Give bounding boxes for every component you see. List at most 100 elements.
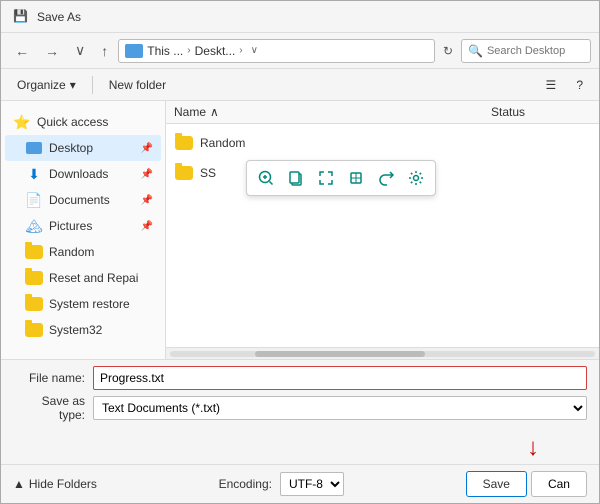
ctx-expand-button[interactable]: [313, 165, 339, 191]
sidebar-item-random[interactable]: Random: [5, 239, 161, 265]
column-name[interactable]: Name ∧: [174, 105, 491, 119]
toolbar-right: ☰ ?: [538, 75, 591, 95]
encoding-label: Encoding:: [219, 477, 272, 491]
bottom-form-area: File name: Save as type: Text Documents …: [1, 359, 599, 432]
column-header: Name ∧ Status: [166, 101, 599, 124]
sidebar-documents-label: Documents: [49, 193, 135, 207]
save-as-dialog: 💾 Save As ← → ∨ ↑ This ... › Deskt... › …: [0, 0, 600, 504]
organize-arrow-icon: ▾: [70, 78, 76, 92]
refresh-button[interactable]: ↻: [439, 40, 457, 62]
save-button[interactable]: Save: [466, 471, 527, 497]
search-input[interactable]: [487, 45, 584, 57]
filename-label: File name:: [13, 371, 93, 385]
column-name-label: Name: [174, 105, 206, 119]
sidebar-quick-access-label: Quick access: [37, 115, 153, 129]
filetype-select[interactable]: Text Documents (*.txt): [93, 396, 587, 420]
encoding-select[interactable]: UTF-8: [280, 472, 344, 496]
file-item-random[interactable]: Random: [166, 128, 599, 158]
context-toolbar: [246, 160, 436, 196]
filename-row: File name:: [13, 366, 587, 390]
view-icon: ☰: [546, 78, 557, 92]
sidebar-item-reset[interactable]: Reset and Repai: [5, 265, 161, 291]
toolbar: Organize ▾ New folder ☰ ?: [1, 69, 599, 101]
sidebar-downloads-label: Downloads: [49, 167, 135, 181]
forward-button[interactable]: →: [39, 39, 65, 63]
title-bar-text: Save As: [37, 10, 81, 24]
nav-down-button[interactable]: ∨: [69, 38, 91, 63]
ctx-zoom-in-button[interactable]: [253, 165, 279, 191]
cancel-button[interactable]: Can: [531, 471, 587, 497]
ss-file-folder-icon: [174, 163, 194, 183]
action-bar: ▲ Hide Folders Encoding: UTF-8 Save Can: [1, 464, 599, 503]
action-buttons: Save Can: [466, 471, 587, 497]
sidebar-reset-label: Reset and Repai: [49, 271, 153, 285]
content-area: Name ∧ Status: [166, 101, 599, 359]
scrollbar-thumb[interactable]: [255, 351, 425, 357]
arrow-indicator-area: ↓: [1, 432, 599, 464]
horizontal-scrollbar[interactable]: [166, 347, 599, 359]
sidebar-item-pictures[interactable]: 🏔 Pictures 📌: [5, 213, 161, 239]
search-icon: 🔍: [468, 44, 483, 58]
organize-button[interactable]: Organize ▾: [9, 75, 84, 95]
copy-icon: [287, 169, 305, 187]
documents-pin-icon: 📌: [141, 195, 153, 206]
sys32-folder-icon: [25, 321, 43, 339]
new-folder-label: New folder: [109, 78, 166, 92]
ctx-crop-button[interactable]: [343, 165, 369, 191]
pictures-icon: 🏔: [25, 217, 43, 235]
settings-icon: [407, 169, 425, 187]
hide-folders-button[interactable]: ▲ Hide Folders: [13, 477, 97, 491]
sidebar-item-documents[interactable]: 📄 Documents 📌: [5, 187, 161, 213]
downloads-pin-icon: 📌: [141, 169, 153, 180]
ctx-share-button[interactable]: [373, 165, 399, 191]
file-name-random: Random: [200, 136, 591, 150]
desktop-pin-icon: 📌: [141, 143, 153, 154]
help-icon: ?: [576, 78, 583, 92]
nav-bar: ← → ∨ ↑ This ... › Deskt... › ∨ ↻ 🔍: [1, 33, 599, 69]
sidebar-sys32-label: System32: [49, 323, 153, 337]
sidebar-desktop-label: Desktop: [49, 141, 135, 155]
scrollbar-track: [170, 351, 595, 357]
desktop-folder-icon: [25, 139, 43, 157]
sidebar: ⭐ Quick access Desktop 📌 ⬇ Downloads 📌: [1, 101, 166, 359]
back-button[interactable]: ←: [9, 39, 35, 63]
up-button[interactable]: ↑: [95, 39, 114, 63]
sidebar-item-downloads[interactable]: ⬇ Downloads 📌: [5, 161, 161, 187]
expand-icon: [317, 169, 335, 187]
quick-access-section: ⭐ Quick access Desktop 📌 ⬇ Downloads 📌: [1, 109, 165, 343]
reset-folder-icon: [25, 269, 43, 287]
column-status[interactable]: Status: [491, 105, 591, 119]
hide-folders-arrow-icon: ▲: [13, 477, 25, 491]
sidebar-item-system-restore[interactable]: System restore: [5, 291, 161, 317]
help-button[interactable]: ?: [568, 75, 591, 95]
sort-arrow-icon: ∧: [210, 105, 219, 119]
crop-icon: [347, 169, 365, 187]
address-bar[interactable]: This ... › Deskt... › ∨: [118, 39, 435, 63]
main-area: ⭐ Quick access Desktop 📌 ⬇ Downloads 📌: [1, 101, 599, 359]
share-icon: [377, 169, 395, 187]
organize-label: Organize: [17, 78, 66, 92]
sidebar-item-desktop[interactable]: Desktop 📌: [5, 135, 161, 161]
star-icon: ⭐: [13, 113, 31, 131]
ctx-copy-button[interactable]: [283, 165, 309, 191]
column-status-label: Status: [491, 105, 525, 119]
address-segment-2: Deskt...: [195, 44, 236, 58]
ctx-settings-button[interactable]: [403, 165, 429, 191]
filename-input[interactable]: [93, 366, 587, 390]
sidebar-sysrestore-label: System restore: [49, 297, 153, 311]
random-file-folder-icon: [174, 133, 194, 153]
sidebar-item-quick-access[interactable]: ⭐ Quick access: [5, 109, 161, 135]
sidebar-item-system32[interactable]: System32: [5, 317, 161, 343]
location-icon: [125, 44, 143, 58]
sidebar-random-label: Random: [49, 245, 153, 259]
toolbar-separator: [92, 76, 93, 94]
down-arrow-icon: ↓: [527, 434, 539, 462]
address-sep-1: ›: [187, 45, 190, 56]
address-segment-1: This ...: [147, 44, 183, 58]
random-folder-icon: [25, 243, 43, 261]
address-dropdown-icon[interactable]: ∨: [251, 45, 258, 56]
downloads-icon: ⬇: [25, 165, 43, 183]
view-button[interactable]: ☰: [538, 75, 565, 95]
title-bar-icon: 💾: [13, 9, 29, 25]
new-folder-button[interactable]: New folder: [101, 75, 174, 95]
